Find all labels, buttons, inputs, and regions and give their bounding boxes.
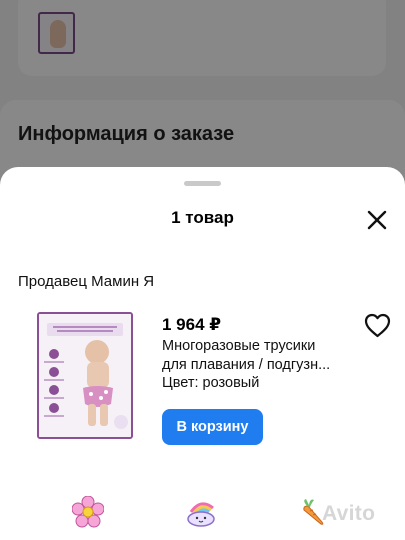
heart-outline-icon	[364, 313, 391, 338]
add-to-cart-button[interactable]: В корзину	[162, 409, 263, 445]
items-bottom-sheet: 1 товар Продавец Мамин Я 1 964 ₽ Многора…	[0, 167, 405, 540]
product-name-line-1: Многоразовые трусики	[162, 338, 316, 354]
close-button[interactable]	[364, 207, 390, 233]
product-name[interactable]: Многоразовые трусики для плавания / подг…	[162, 337, 362, 375]
sheet-grabber[interactable]	[184, 181, 221, 186]
sheet-title: 1 товар	[171, 208, 234, 227]
product-name-line-2: для плавания / подгузн...	[162, 357, 331, 373]
seller-name[interactable]: Продавец Мамин Я	[18, 273, 154, 290]
product-price: 1 964 ₽	[162, 315, 222, 334]
flower-icon	[71, 495, 105, 528]
favorite-button[interactable]	[364, 313, 391, 338]
cloud-rainbow-icon	[185, 496, 217, 528]
close-icon	[367, 210, 387, 230]
product-color: Цвет: розовый	[162, 375, 260, 391]
product-image[interactable]	[37, 312, 133, 439]
avito-watermark: Avito	[322, 502, 376, 525]
